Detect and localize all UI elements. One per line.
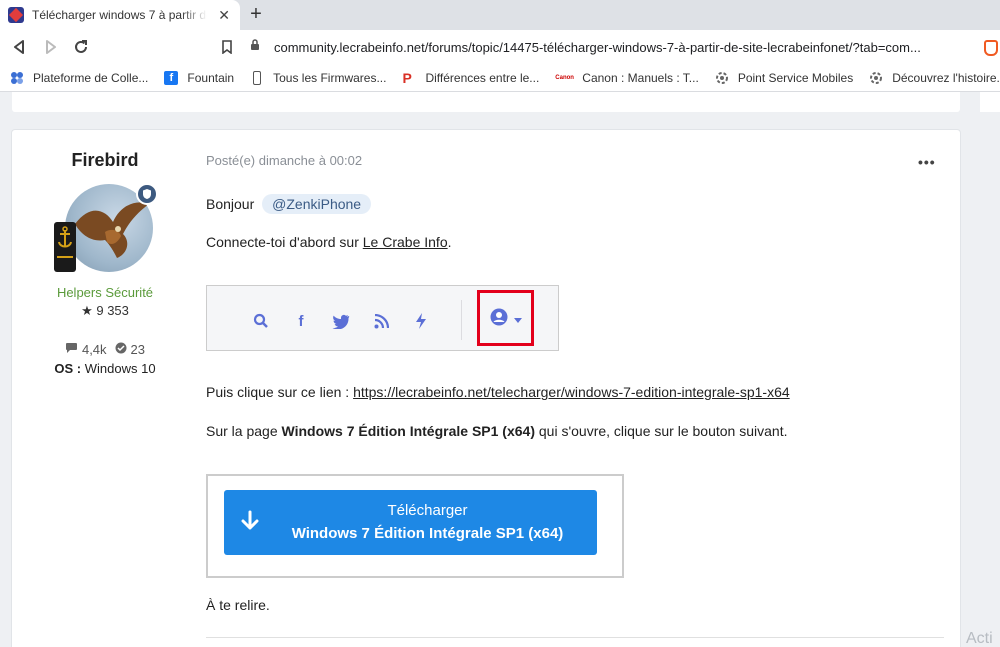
close-icon[interactable]: ✕ xyxy=(218,7,230,23)
login-line: Connecte-toi d'abord sur Le Crabe Info. xyxy=(206,234,452,250)
comment-icon xyxy=(65,342,78,357)
lock-icon xyxy=(250,38,260,56)
shield-icon xyxy=(136,183,158,205)
address-bar[interactable]: community.lecrabeinfo.net/forums/topic/1… xyxy=(250,34,980,60)
more-options-icon[interactable]: ••• xyxy=(918,154,936,170)
author-reputation: ★ 9 353 xyxy=(81,303,129,318)
instruction-line: Sur la page Windows 7 Édition Intégrale … xyxy=(206,423,788,439)
search-icon xyxy=(252,312,270,330)
activation-watermark: Acti xyxy=(966,630,993,647)
p-icon: P xyxy=(402,69,412,86)
bookmark-item[interactable]: Plateforme de Colle... xyxy=(10,71,148,85)
forward-icon[interactable] xyxy=(42,38,60,56)
greeting-line: Bonjour @ZenkiPhone xyxy=(206,194,372,214)
reload-icon[interactable] xyxy=(72,38,90,56)
link-line: Puis clique sur ce lien : https://lecrab… xyxy=(206,384,790,400)
solution-count: 23 xyxy=(115,342,145,357)
download-page-link[interactable]: https://lecrabeinfo.net/telecharger/wind… xyxy=(353,384,790,400)
bookmark-item[interactable]: Canon Canon : Manuels : T... xyxy=(555,71,699,85)
gear-icon xyxy=(715,71,729,85)
canon-icon: Canon xyxy=(555,74,574,81)
rank-anchor-icon xyxy=(54,222,76,272)
caret-down-icon xyxy=(513,310,522,326)
gear-icon xyxy=(869,71,883,85)
url-text: community.lecrabeinfo.net/forums/topic/1… xyxy=(274,39,921,55)
puzzle-icon xyxy=(10,71,24,85)
star-icon: ★ xyxy=(81,303,93,318)
post-divider xyxy=(206,637,944,638)
header-icons-screenshot: f xyxy=(206,285,559,351)
site-link[interactable]: Le Crabe Info xyxy=(363,234,448,250)
bookmark-item[interactable]: Tous les Firmwares... xyxy=(250,70,386,85)
facebook-icon: f xyxy=(164,70,179,85)
download-label: Télécharger xyxy=(387,502,468,519)
browser-tab[interactable]: Télécharger windows 7 à partir de site l… xyxy=(0,0,240,30)
facebook-icon: f xyxy=(298,312,304,330)
back-icon[interactable] xyxy=(10,38,28,56)
lightning-icon xyxy=(412,312,430,330)
bookmark-item[interactable]: f Fountain xyxy=(164,70,234,85)
user-mention[interactable]: @ZenkiPhone xyxy=(262,194,372,214)
account-menu-highlight xyxy=(477,290,534,346)
tab-strip: Télécharger windows 7 à partir de site l… xyxy=(0,0,1000,30)
post-count: 4,4k xyxy=(65,342,107,357)
rss-icon xyxy=(372,312,390,330)
download-button-screenshot: Télécharger Windows 7 Édition Intégrale … xyxy=(206,474,624,578)
author-role: Helpers Sécurité xyxy=(56,285,154,300)
bookmark-item[interactable]: Découvrez l'histoire... xyxy=(869,71,1000,85)
author-name[interactable]: Firebird xyxy=(12,150,198,171)
author-stats: 4,4k 23 xyxy=(12,342,198,357)
user-account-icon xyxy=(490,308,508,329)
author-os: OS : Windows 10 xyxy=(54,361,156,376)
browser-toolbar: community.lecrabeinfo.net/forums/topic/1… xyxy=(0,30,1000,64)
bookmark-item[interactable]: Point Service Mobiles xyxy=(715,71,853,85)
previous-post-card xyxy=(12,92,960,112)
forum-page: Firebird Helpers Sécurité ★ 9 353 4,4k 2… xyxy=(0,92,1000,647)
bookmarks-bar: Plateforme de Colle... f Fountain Tous l… xyxy=(0,64,1000,92)
download-button[interactable]: Télécharger Windows 7 Édition Intégrale … xyxy=(224,490,597,555)
forum-post: Firebird Helpers Sécurité ★ 9 353 4,4k 2… xyxy=(12,130,960,647)
twitter-icon xyxy=(332,312,350,330)
bookmark-star-icon[interactable] xyxy=(218,38,236,56)
sidebar-card xyxy=(980,92,1000,112)
post-date[interactable]: Posté(e) dimanche à 00:02 xyxy=(206,153,362,168)
download-product-label: Windows 7 Édition Intégrale SP1 (x64) xyxy=(291,525,564,542)
new-tab-button[interactable]: + xyxy=(246,4,266,24)
check-circle-icon xyxy=(115,342,127,357)
brave-extension-icon[interactable] xyxy=(984,40,998,56)
phone-icon xyxy=(253,70,262,85)
site-favicon-icon xyxy=(8,7,24,23)
bookmark-item[interactable]: P Différences entre le... xyxy=(402,71,539,85)
closing-line: À te relire. xyxy=(206,597,270,613)
tab-title: Télécharger windows 7 à partir de site l… xyxy=(32,8,207,22)
